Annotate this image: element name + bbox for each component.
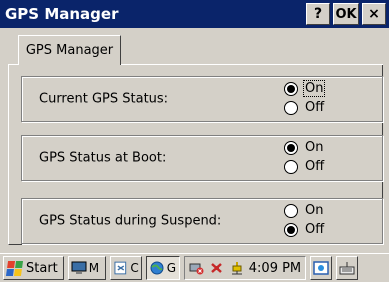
taskbar-item-label: G	[166, 261, 177, 275]
keyboard-icon	[339, 262, 355, 275]
taskbar: Start M C G 4:09 PM	[0, 253, 389, 282]
suspend-status-on-radio[interactable]: On	[284, 203, 324, 218]
radio-label: Off	[305, 100, 325, 115]
globe-icon	[150, 261, 164, 275]
system-tray: 4:09 PM	[183, 256, 307, 280]
power-plug-icon[interactable]	[229, 261, 245, 275]
bluetooth-off-icon[interactable]	[209, 261, 225, 275]
monitor-icon	[71, 261, 87, 274]
radio-circle[interactable]	[284, 140, 298, 155]
boot-gps-status-group: GPS Status at Boot: On Off	[21, 135, 383, 181]
window-title: GPS Manager	[5, 5, 119, 23]
current-gps-status-label: Current GPS Status:	[39, 91, 169, 107]
radio-label: Off	[305, 159, 325, 174]
radio-circle[interactable]	[284, 159, 298, 174]
desktop-switch-button[interactable]	[310, 256, 333, 280]
current-status-on-radio[interactable]: On	[284, 80, 326, 97]
taskbar-item-label: M	[88, 261, 100, 275]
ok-button[interactable]: OK	[333, 3, 359, 25]
desktop-icon	[313, 261, 329, 275]
current-gps-status-group: Current GPS Status: On Off	[21, 76, 383, 122]
radio-label: On	[305, 140, 324, 155]
taskbar-item-g[interactable]: G	[145, 256, 180, 280]
radio-circle[interactable]	[284, 81, 298, 96]
network-disconnected-icon[interactable]	[189, 261, 205, 275]
help-button[interactable]: ?	[306, 3, 330, 25]
taskbar-item-label: C	[130, 261, 139, 275]
taskbar-item-c[interactable]: C	[109, 256, 142, 280]
keyboard-button[interactable]	[336, 256, 359, 280]
radio-circle[interactable]	[284, 203, 298, 218]
radio-label: On	[305, 203, 324, 218]
radio-label: Off	[305, 222, 325, 237]
tab-label: GPS Manager	[25, 43, 114, 58]
suspend-status-off-radio[interactable]: Off	[284, 222, 325, 237]
radio-circle[interactable]	[284, 100, 298, 115]
document-icon	[114, 261, 126, 275]
suspend-gps-status-label: GPS Status during Suspend:	[39, 213, 222, 229]
start-label: Start	[26, 260, 58, 276]
title-bar: GPS Manager ? OK ×	[0, 0, 389, 28]
radio-label: On	[302, 80, 326, 97]
boot-status-on-radio[interactable]: On	[284, 140, 324, 155]
close-button[interactable]: ×	[362, 3, 386, 25]
current-status-off-radio[interactable]: Off	[284, 100, 325, 115]
clock[interactable]: 4:09 PM	[249, 261, 301, 276]
windows-flag-icon	[5, 260, 24, 276]
taskbar-item-m[interactable]: M	[67, 256, 106, 280]
start-button[interactable]: Start	[3, 256, 64, 280]
suspend-gps-status-group: GPS Status during Suspend: On Off	[21, 198, 383, 244]
tab-gps-manager[interactable]: GPS Manager	[18, 35, 121, 65]
radio-circle[interactable]	[284, 222, 298, 237]
boot-status-off-radio[interactable]: Off	[284, 159, 325, 174]
boot-gps-status-label: GPS Status at Boot:	[39, 150, 167, 166]
